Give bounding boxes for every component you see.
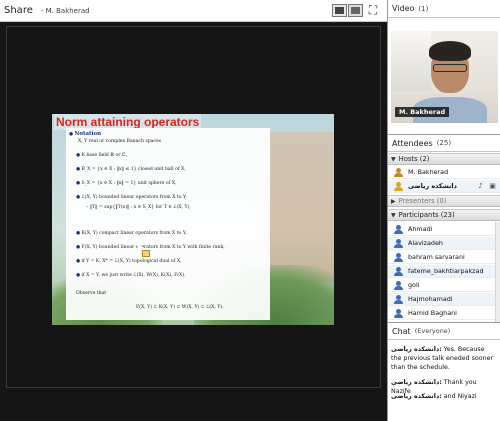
status-icons: ♪ ▣: [476, 182, 497, 191]
chevron-right-icon: ▶: [391, 197, 396, 205]
share-pod: Share - M. Bakherad ⛶ Norm attaining ope…: [0, 0, 387, 421]
chat-sender: دانشکده ریاضی:: [391, 379, 442, 386]
attendee-name: Ahmadi: [408, 225, 433, 233]
host-icon: [394, 167, 403, 177]
slide-line: X, Y real or complex Banach spaces: [78, 139, 162, 144]
webcam-video[interactable]: M. Bakherad: [391, 31, 498, 123]
attendee-name: M. Bakherad: [408, 168, 449, 176]
attendee-row[interactable]: Ahmadi: [388, 223, 500, 236]
participant-icon: [394, 308, 403, 318]
layout-1-icon[interactable]: [332, 4, 347, 17]
notation-heading: Notation: [74, 131, 102, 137]
video-background-window: [391, 31, 431, 91]
slide-bullet-line: ● K base field ℝ or ℂ,: [76, 153, 127, 158]
group-participants-label: Participants (23): [398, 211, 455, 219]
attendee-name: دانشکده ریاضی: [408, 182, 457, 190]
slide-bullet-line: ● if Y = K, X* = ℒ(X, Y) topological dua…: [76, 259, 182, 264]
group-participants[interactable]: ▼ Participants (23): [388, 209, 500, 221]
slide-bullet-line: ● ℒ(X, Y) bounded linear operators from …: [76, 195, 187, 200]
chevron-down-icon: ▼: [391, 155, 396, 163]
layout-2-icon[interactable]: [348, 4, 363, 17]
slide-bullet-line: ● if X = Y, we just write ℒ(X), W(X), K(…: [76, 273, 186, 278]
attendee-row[interactable]: دانشکده ریاضی ♪ ▣: [388, 180, 500, 193]
participant-icon: [394, 252, 403, 262]
group-hosts-label: Hosts (2): [398, 155, 430, 163]
share-header: Share - M. Bakherad ⛶: [0, 0, 387, 22]
chat-message: دانشکده ریاضی: Yes. Because the previous…: [391, 346, 496, 372]
slide-bullet-line: ● K(X, Y) compact linear operators from …: [76, 231, 187, 236]
slide-line-text: ‖T‖ = sup{‖T(x)‖ : x ∈ S_X} for T ∈ ℒ(X,…: [89, 205, 191, 210]
share-title: Share: [4, 5, 33, 16]
attendee-name: Hajmohamadi: [408, 295, 453, 303]
attendee-row[interactable]: Hamid Baghani: [388, 307, 500, 320]
video-count: (1): [418, 4, 429, 13]
attendee-row[interactable]: M. Bakherad: [388, 166, 500, 179]
slide-body: ● Notation X, Y real or complex Banach s…: [66, 128, 270, 320]
video-title: Video: [392, 4, 415, 13]
attendees-count: (25): [436, 139, 452, 147]
video-person-hair: [429, 41, 471, 61]
attendee-list-scrollbar[interactable]: [495, 222, 500, 322]
attendees-title: Attendees: [392, 138, 433, 148]
chat-pod-header: Chat (Everyone): [388, 322, 500, 340]
attendees-pod-header: Attendees (25): [388, 134, 500, 152]
attendee-row[interactable]: Hajmohamadi: [388, 293, 500, 306]
participant-icon: [394, 266, 403, 276]
slide-background-building: [264, 132, 334, 282]
participant-icon: [394, 294, 403, 304]
attendee-row[interactable]: goli: [388, 279, 500, 292]
host-icon: [394, 181, 403, 191]
chat-title: Chat: [392, 326, 411, 336]
attendee-row[interactable]: Alavizadeh: [388, 237, 500, 250]
group-hosts[interactable]: ▼ Hosts (2): [388, 153, 500, 165]
microphone-icon: ♪: [478, 182, 483, 190]
slide-line-text: B_X = {x ∈ X : ‖x‖ ≤ 1} closed unit ball…: [81, 167, 186, 172]
group-presenters-label: Presenters (0): [398, 197, 447, 205]
notation-line: ● Notation: [69, 131, 101, 137]
video-person-glasses: [433, 64, 467, 72]
slide-line-text: K(X, Y) compact linear operators from X …: [81, 231, 187, 236]
bullet-icon: ●: [69, 132, 74, 137]
participant-icon: [394, 280, 403, 290]
chat-message: دانشکده ریاضی: and Niyazi: [391, 393, 496, 402]
share-presenter-name: - M. Bakherad: [40, 6, 90, 15]
participant-icon: [394, 238, 403, 248]
attendee-name: goli: [408, 281, 420, 289]
attendee-name: Alavizadeh: [408, 239, 443, 247]
chat-scope: (Everyone): [414, 327, 451, 335]
slide-bullet-line: ● F(X, Y) bounded linear operators from …: [76, 245, 225, 250]
attendee-name: bahram sarvarani: [408, 253, 465, 261]
slide-line-text: F(X, Y) bounded linear operators from X …: [81, 245, 225, 250]
camera-icon: ▣: [489, 182, 496, 190]
right-sidebar: Video (1) M. Bakherad Attendees (25) ▼ H…: [387, 0, 500, 421]
slide-line: Observe that: [76, 291, 107, 296]
chat-text: and Niyazi: [443, 393, 477, 400]
attendee-row[interactable]: bahram sarvarani: [388, 251, 500, 264]
attendee-row[interactable]: fateme_bakhtiarpakzad: [388, 265, 500, 278]
attendee-name: Hamid Baghani: [408, 309, 457, 317]
slide-bullet-line: ● S_X = {x ∈ X : ‖x‖ = 1} unit sphere of…: [76, 181, 176, 186]
attendee-name: fateme_bakhtiarpakzad: [408, 267, 484, 275]
video-name-tag: M. Bakherad: [395, 107, 450, 117]
slide-line-text: K base field ℝ or ℂ,: [81, 153, 128, 158]
video-pod-header: Video (1): [388, 0, 500, 18]
fullscreen-icon[interactable]: ⛶: [367, 4, 379, 16]
slide-line-text: ℒ(X, Y) bounded linear operators from X …: [81, 195, 187, 200]
chat-sender: دانشکده ریاضی:: [391, 393, 442, 400]
slide-subline: – ‖T‖ = sup{‖T(x)‖ : x ∈ S_X} for T ∈ ℒ(…: [86, 205, 191, 210]
slide-formula: F(X, Y) ⊂ K(X, Y) ⊂ W(X, Y) ⊂ ℒ(X, Y).: [136, 305, 224, 310]
presentation-slide: Norm attaining operators ● Notation X, Y…: [52, 114, 334, 325]
participant-icon: [394, 224, 403, 234]
group-presenters[interactable]: ▶ Presenters (0): [388, 195, 500, 207]
pointer-marker-icon: [142, 250, 150, 257]
chat-sender: دانشکده ریاضی:: [391, 346, 442, 353]
slide-bullet-line: ● B_X = {x ∈ X : ‖x‖ ≤ 1} closed unit ba…: [76, 167, 186, 172]
chevron-down-icon: ▼: [391, 211, 396, 219]
slide-line-text: if X = Y, we just write ℒ(X), W(X), K(X)…: [81, 273, 186, 278]
slide-line-text: S_X = {x ∈ X : ‖x‖ = 1} unit sphere of X…: [81, 181, 177, 186]
slide-line-text: if Y = K, X* = ℒ(X, Y) topological dual …: [81, 259, 182, 264]
